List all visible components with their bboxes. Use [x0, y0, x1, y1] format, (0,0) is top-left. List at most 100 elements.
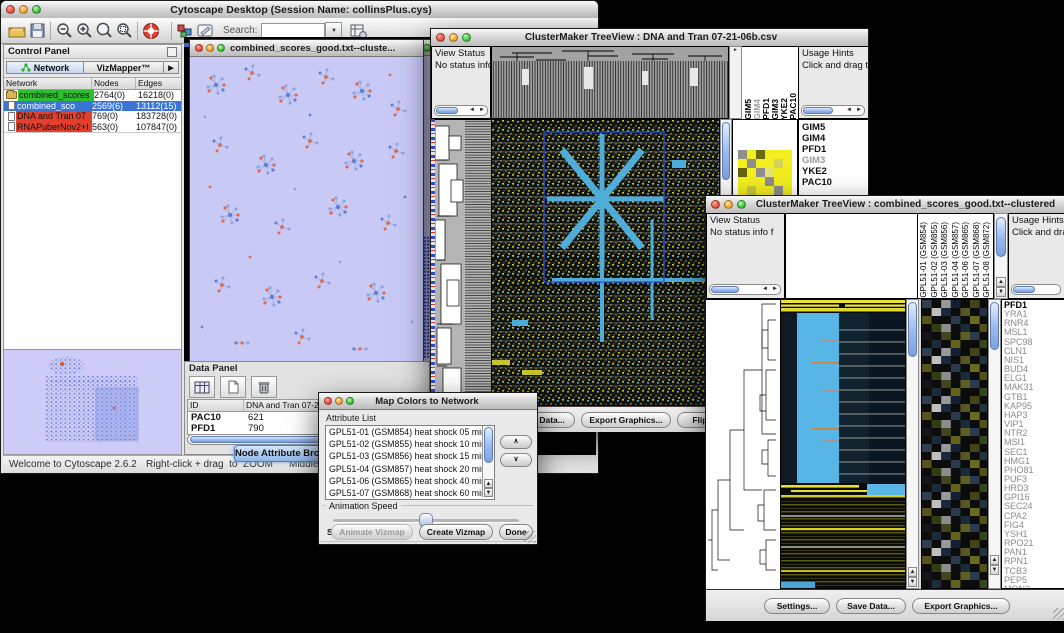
- hscroll-thumb[interactable]: [803, 107, 833, 114]
- main-titlebar[interactable]: Cytoscape Desktop (Session Name: collins…: [1, 1, 598, 19]
- settings-button[interactable]: Settings...: [764, 598, 830, 614]
- tv2-genelist-vscrollbar[interactable]: ▲ ▼: [988, 299, 1001, 589]
- zoom-fit-button[interactable]: [94, 21, 114, 41]
- zoom-button[interactable]: [217, 44, 225, 52]
- zoom-button[interactable]: [462, 33, 471, 42]
- export-graphics-button[interactable]: Export Graphics...: [581, 412, 671, 428]
- tv1-status-hscrollbar[interactable]: ◄ ►: [434, 105, 488, 116]
- attribute-table-button[interactable]: [189, 376, 215, 398]
- gene-label[interactable]: GIM5: [799, 122, 868, 133]
- scroll-down-arrow[interactable]: ▼: [484, 488, 493, 497]
- attribute-item[interactable]: GPL51-02 (GSM855) heat shock 10 min: [326, 438, 482, 450]
- close-button[interactable]: [195, 44, 203, 52]
- vscroll-thumb[interactable]: [996, 217, 1006, 257]
- close-button[interactable]: [711, 200, 720, 209]
- scroll-left-arrow[interactable]: ◄: [760, 285, 770, 294]
- network-list-row[interactable]: RNAPuberNov2+I 563(0) 107847(0): [4, 122, 181, 133]
- attribute-item[interactable]: GPL51-06 (GSM865) heat shock 40 min: [326, 475, 482, 487]
- scroll-up-arrow[interactable]: ▲: [908, 567, 917, 577]
- column-label[interactable]: GPL51-06 (GSM865): [961, 222, 972, 298]
- scroll-up-arrow[interactable]: ▲: [990, 555, 999, 565]
- column-label[interactable]: GPL51-07 (GSM868): [972, 222, 983, 298]
- tv1-column-dendrogram[interactable]: [491, 46, 729, 119]
- network-list-row[interactable]: DNA and Tran 07 769(0) 183728(0): [4, 111, 181, 122]
- gene-label[interactable]: PAC10: [799, 177, 868, 188]
- tv2-zoom-heatmap[interactable]: [921, 299, 988, 589]
- new-attribute-button[interactable]: [220, 376, 246, 398]
- zoom-button[interactable]: [346, 397, 354, 405]
- network-list-row[interactable]: combined_sco 2569(6) 13112(15): [4, 101, 181, 112]
- gene-label[interactable]: PFD1: [799, 144, 868, 155]
- tv2-gene-list[interactable]: PFD1YRA1RNR4MSL1SPC98CLN1NIS1BUD4ELG1MAK…: [1001, 299, 1064, 589]
- animate-vizmap-button[interactable]: Animate Vizmap: [331, 524, 413, 540]
- column-header-edges[interactable]: Edges: [136, 78, 181, 89]
- minimize-button[interactable]: [19, 5, 28, 14]
- tv2-column-labels[interactable]: GPL51-01 (GSM854)GPL51-02 (GSM855)GPL51-…: [918, 213, 994, 299]
- tv2-row-dendrogram[interactable]: [706, 299, 780, 590]
- tv2-status-hscrollbar[interactable]: ◄ ►: [709, 284, 781, 295]
- zoom-out-button[interactable]: [54, 21, 74, 41]
- gene-label[interactable]: YKE2: [799, 166, 868, 177]
- attribute-item[interactable]: GPL51-04 (GSM857) heat shock 20 min: [326, 463, 482, 475]
- minimize-button[interactable]: [724, 200, 733, 209]
- column-label[interactable]: GPL51-03 (GSM856): [940, 222, 951, 298]
- minimize-button[interactable]: [449, 33, 458, 42]
- resize-grip[interactable]: [524, 531, 536, 543]
- vscroll-thumb[interactable]: [990, 302, 999, 350]
- scroll-down-arrow[interactable]: ▼: [996, 287, 1006, 297]
- close-button[interactable]: [324, 397, 332, 405]
- tab-vizmapper[interactable]: VizMapper™: [84, 61, 164, 74]
- tv1-row-dendrogram[interactable]: [435, 119, 491, 407]
- float-panel-icon[interactable]: [167, 47, 177, 57]
- tv2-labels-vscrollbar[interactable]: ▲ ▼: [994, 213, 1008, 299]
- column-label[interactable]: GPL51-08 (GSM872): [982, 222, 993, 298]
- scroll-left-arrow[interactable]: ◄: [844, 106, 854, 115]
- column-header-nodes[interactable]: Nodes: [92, 78, 136, 89]
- column-header-id[interactable]: ID: [188, 400, 244, 411]
- birdseye-viewport-rect[interactable]: [96, 388, 138, 440]
- minimize-button[interactable]: [206, 44, 214, 52]
- attribute-item[interactable]: GPL51-07 (GSM868) heat shock 60 min: [326, 487, 482, 499]
- tv2-heatmap-vscrollbar[interactable]: ▲ ▼: [906, 299, 919, 589]
- treeview2-titlebar[interactable]: ClusterMaker TreeView : combined_scores_…: [706, 196, 1064, 214]
- hscroll-thumb[interactable]: [436, 107, 458, 114]
- vscroll-thumb[interactable]: [908, 302, 917, 357]
- scroll-left-arrow[interactable]: ◄: [467, 106, 477, 115]
- network-canvas[interactable]: [190, 57, 421, 363]
- column-label[interactable]: GPL51-04 (GSM857): [951, 222, 962, 298]
- scroll-down-arrow[interactable]: ▼: [990, 565, 999, 575]
- zoom-button[interactable]: [737, 200, 746, 209]
- scroll-right-arrow[interactable]: ►: [477, 106, 487, 115]
- zoom-selected-button[interactable]: [114, 21, 134, 41]
- network-view-titlebar[interactable]: combined_scores_good.txt--cluste...: [190, 40, 423, 57]
- close-button[interactable]: [436, 33, 445, 42]
- move-down-button[interactable]: ∨: [500, 453, 532, 467]
- tv2-heatmap[interactable]: [780, 299, 906, 589]
- hscroll-thumb[interactable]: [711, 286, 739, 293]
- save-session-button[interactable]: [27, 21, 47, 41]
- network-list-row[interactable]: combined_scores 2764(0) 16218(0): [4, 90, 181, 101]
- column-label[interactable]: GPL51-01 (GSM854): [919, 222, 930, 298]
- gene-label[interactable]: GIM4: [799, 133, 868, 144]
- resize-grip[interactable]: [1053, 608, 1064, 620]
- attribute-item[interactable]: GPL51-03 (GSM856) heat shock 15 min: [326, 450, 482, 462]
- delete-attribute-button[interactable]: [251, 376, 277, 398]
- birdseye-view[interactable]: [4, 349, 181, 454]
- zoom-in-button[interactable]: [74, 21, 94, 41]
- vscroll-thumb[interactable]: [722, 122, 730, 180]
- attribute-list-scrollbar[interactable]: ▲ ▼: [482, 426, 494, 497]
- vscroll-thumb[interactable]: [484, 427, 493, 463]
- tv1-splitter-strip[interactable]: ►: [729, 46, 742, 119]
- scroll-right-arrow[interactable]: ►: [854, 106, 864, 115]
- attribute-item[interactable]: GPL51-01 (GSM854) heat shock 05 min: [326, 426, 482, 438]
- close-button[interactable]: [6, 5, 15, 14]
- tv2-usage-hscrollbar[interactable]: [1011, 284, 1061, 295]
- attribute-listbox[interactable]: GPL51-01 (GSM854) heat shock 05 minGPL51…: [325, 425, 495, 500]
- open-session-button[interactable]: [7, 21, 27, 41]
- scroll-right-arrow[interactable]: ►: [770, 285, 780, 294]
- save-data-button[interactable]: Save Data...: [836, 598, 906, 614]
- tv1-column-labels[interactable]: GIM5GIM4PFD1GIM3YKE2PAC10: [742, 46, 800, 120]
- tv1-usage-hscrollbar[interactable]: ◄ ►: [801, 105, 865, 116]
- move-up-button[interactable]: ∧: [500, 435, 532, 449]
- tv2-column-dendrogram-area[interactable]: [785, 213, 918, 299]
